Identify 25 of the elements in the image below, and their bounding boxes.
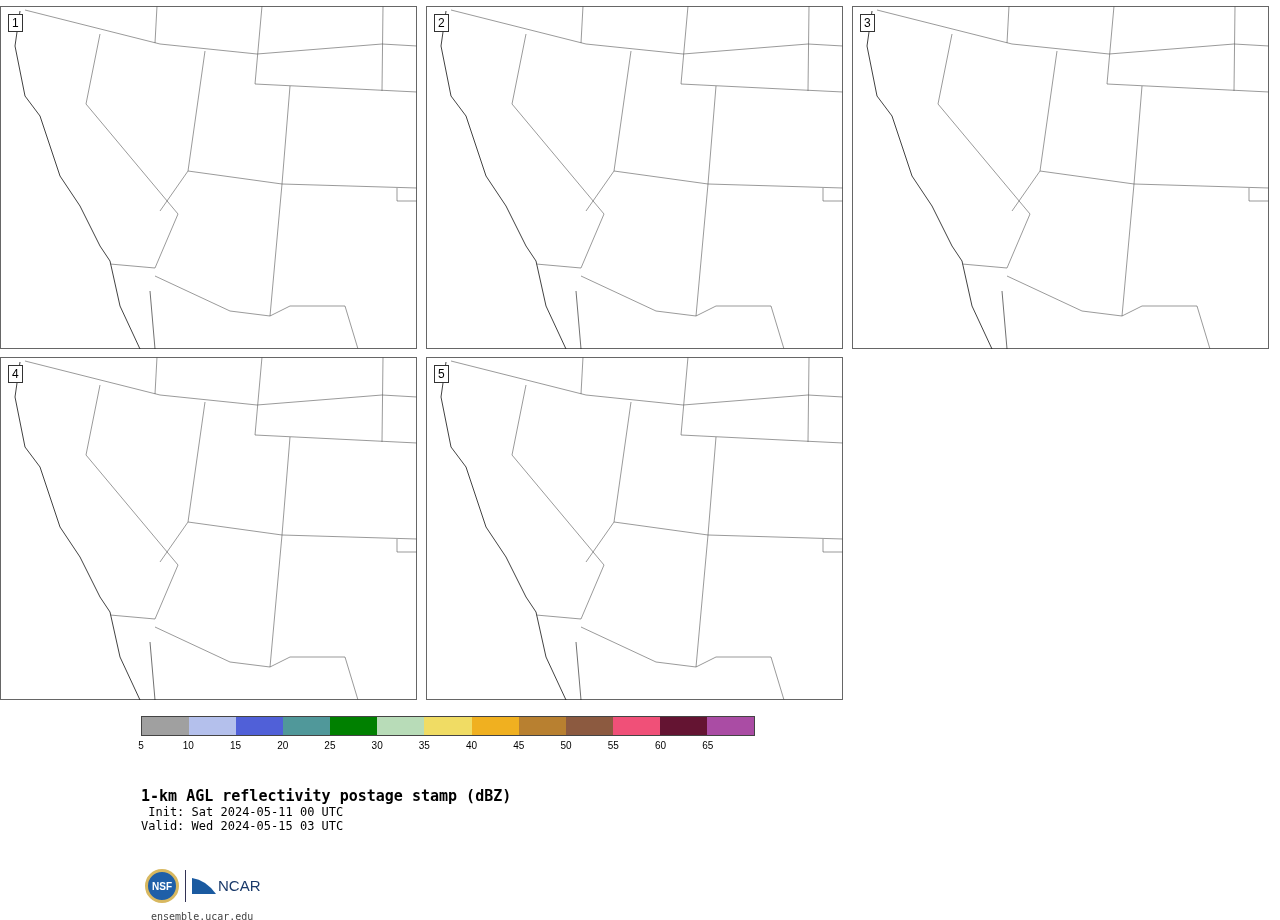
logo-text: NCAR	[218, 875, 261, 896]
valid-time: Valid: Wed 2024-05-15 03 UTC	[141, 819, 345, 833]
website-url: ensemble.ucar.edu	[151, 910, 255, 920]
tick-label: 65	[702, 740, 714, 752]
init-time: Init: Sat 2024-05-11 00 UTC	[147, 805, 345, 819]
panel-number: 3	[860, 14, 875, 32]
tick-label: 10	[182, 740, 194, 752]
tick-label: 5	[138, 740, 144, 752]
tick-label: 60	[654, 740, 667, 752]
panel-number: 2	[434, 14, 449, 32]
panel-number: 4	[8, 365, 23, 383]
tick-label: 20	[277, 740, 289, 752]
tick-label: 45	[513, 740, 525, 752]
panel-number: 5	[434, 365, 449, 383]
swoosh-icon	[192, 876, 216, 896]
chart-title: 1-km AGL reflectivity postage stamp (dBZ)	[141, 787, 513, 805]
tick-label: 35	[418, 740, 430, 752]
globe-logo: NSF	[145, 869, 179, 903]
tick-label: 15	[229, 740, 241, 752]
tick-label: 25	[324, 740, 336, 752]
panel-number: 1	[8, 14, 23, 32]
tick-label: 50	[560, 740, 572, 752]
tick-label: 55	[607, 740, 619, 752]
tick-label: 30	[371, 740, 383, 752]
tick-label: 40	[466, 740, 478, 752]
